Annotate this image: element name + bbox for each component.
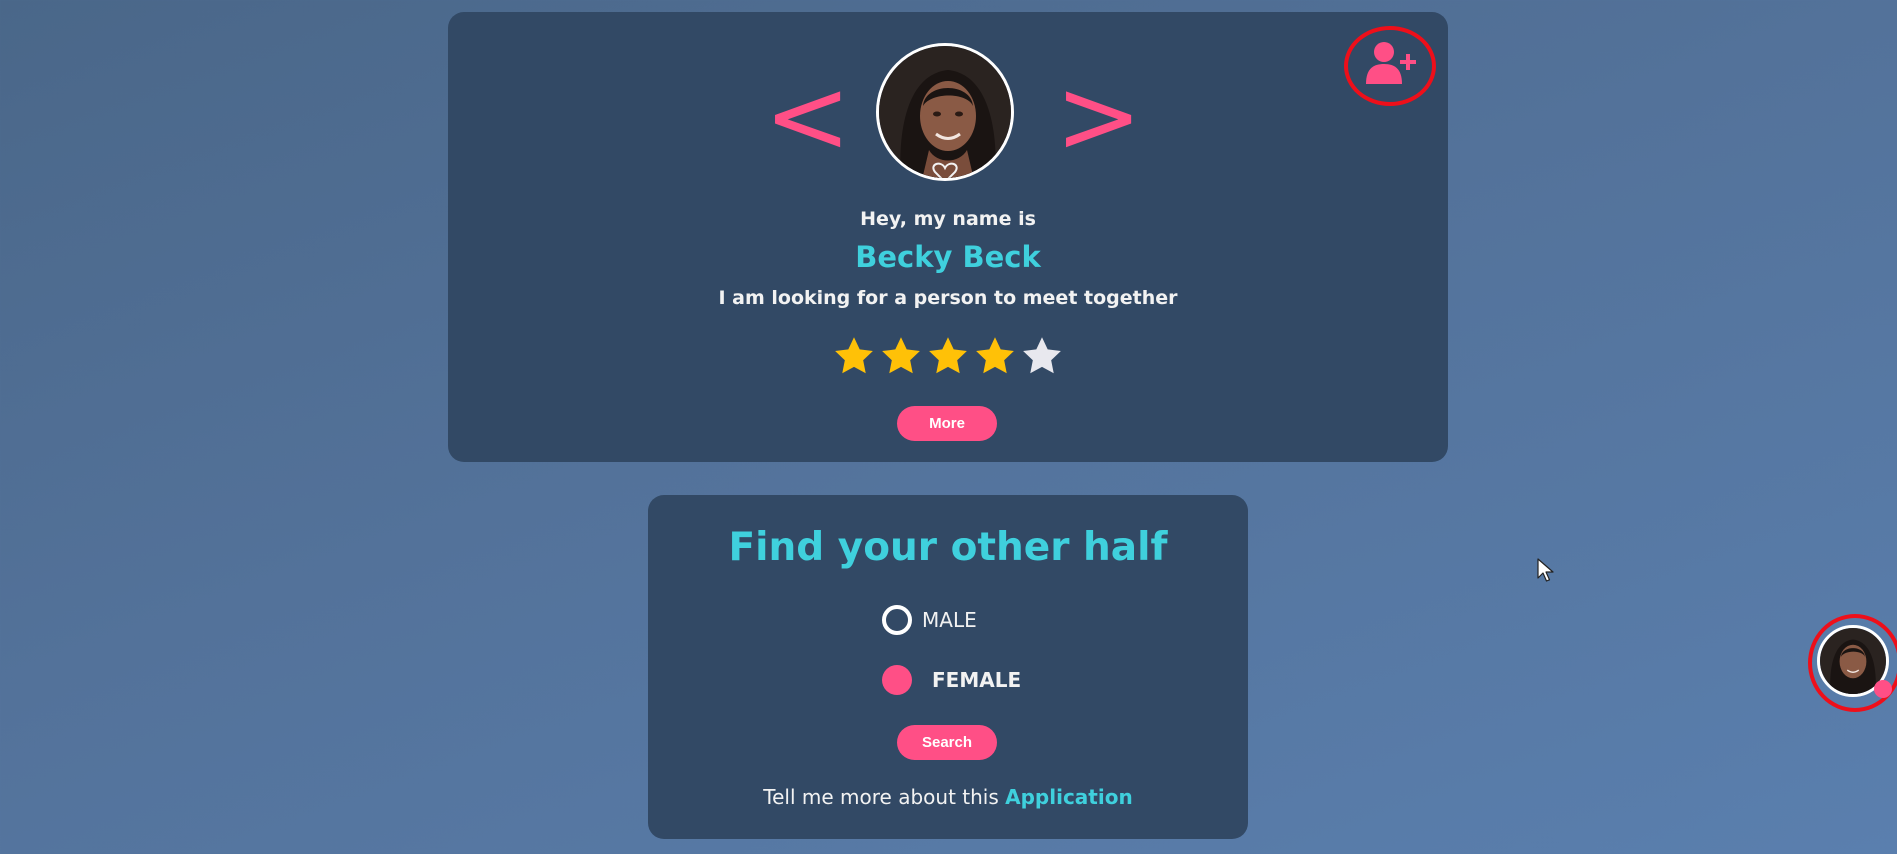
- gender-option-male[interactable]: MALE: [882, 605, 977, 635]
- star-icon: [835, 337, 873, 374]
- radio-unchecked-icon[interactable]: [882, 605, 912, 635]
- search-title: Find your other half: [728, 525, 1168, 570]
- profile-bio: I am looking for a person to meet togeth…: [718, 287, 1178, 309]
- star-icon: [976, 337, 1014, 374]
- user-plus-icon: [1366, 42, 1416, 84]
- notification-badge-icon: [1874, 680, 1892, 698]
- radio-label-male: MALE: [922, 608, 977, 632]
- search-button[interactable]: Search: [897, 725, 997, 760]
- star-icon: [882, 337, 920, 374]
- chat-head-button[interactable]: [1808, 614, 1897, 712]
- gender-option-female[interactable]: FEMALE: [882, 665, 1021, 695]
- previous-profile-button[interactable]: <: [764, 64, 851, 168]
- application-link[interactable]: Application: [1005, 785, 1133, 809]
- profile-name: Becky Beck: [855, 240, 1041, 274]
- star-icon: [929, 337, 967, 374]
- profile-card: < > Hey, my name is Becky Beck I am look…: [448, 12, 1448, 462]
- add-friend-button[interactable]: [1344, 26, 1436, 106]
- search-card: Find your other half MALE FEMALE Search …: [648, 495, 1248, 839]
- mouse-cursor-icon: [1537, 558, 1554, 582]
- radio-checked-icon[interactable]: [882, 665, 912, 695]
- profile-avatar: [876, 43, 1014, 181]
- star-rating: [832, 334, 1064, 382]
- next-profile-button[interactable]: >: [1055, 64, 1142, 168]
- about-text: Tell me more about this: [763, 785, 999, 809]
- about-line: Tell me more about this Application: [648, 785, 1248, 809]
- intro-text: Hey, my name is: [860, 208, 1036, 230]
- star-empty-icon: [1023, 337, 1061, 374]
- more-button[interactable]: More: [897, 406, 997, 441]
- radio-label-female: FEMALE: [932, 668, 1022, 692]
